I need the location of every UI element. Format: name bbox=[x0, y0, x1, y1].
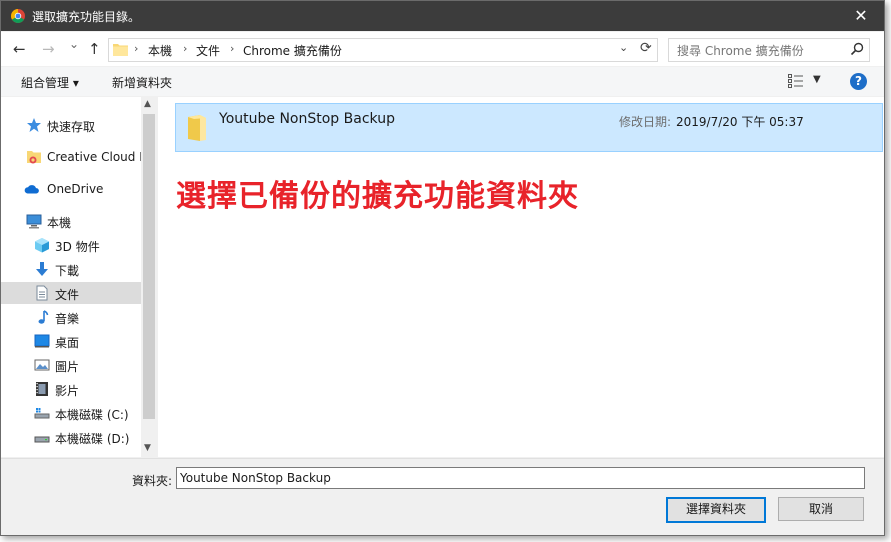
desktop-icon bbox=[34, 334, 50, 348]
sidebar-item-label: 3D 物件 bbox=[55, 240, 100, 254]
refresh-button[interactable]: ⟳ bbox=[640, 40, 652, 56]
breadcrumb-separator: › bbox=[183, 42, 188, 55]
sidebar-item-drive-c[interactable]: 本機磁碟 (C:) bbox=[1, 402, 141, 424]
forward-button[interactable]: → bbox=[42, 40, 55, 58]
sidebar-item-creative-cloud[interactable]: Creative Cloud Fi bbox=[1, 146, 141, 168]
modified-date: 2019/7/20 下午 05:37 bbox=[676, 115, 804, 129]
sidebar-item-label: 影片 bbox=[55, 384, 80, 398]
sidebar-item-label: Creative Cloud Fi bbox=[47, 150, 141, 164]
close-button[interactable]: ✕ bbox=[838, 1, 884, 31]
cancel-button[interactable]: 取消 bbox=[778, 497, 864, 521]
scroll-down-button[interactable]: ▼ bbox=[144, 443, 151, 453]
file-list: Youtube NonStop Backup 修改日期: 2019/7/20 下… bbox=[158, 97, 884, 457]
sidebar-item-drive-d[interactable]: 本機磁碟 (D:) bbox=[1, 426, 141, 448]
sidebar-item-label: 音樂 bbox=[55, 312, 80, 326]
title-bar: 選取擴充功能目錄。 ✕ bbox=[1, 1, 884, 31]
address-dropdown-button[interactable]: ⌄ bbox=[619, 41, 628, 54]
folder-icon bbox=[113, 44, 128, 56]
help-icon[interactable]: ? bbox=[850, 73, 867, 90]
command-bar: 組合管理 ▾ 新增資料夾 ▼ ? bbox=[1, 67, 884, 96]
creative-cloud-icon bbox=[27, 151, 41, 164]
dialog-footer: 資料夾: Youtube NonStop Backup 選擇資料夾 取消 bbox=[1, 458, 884, 535]
navigation-pane: 快速存取 Creative Cloud Fi OneDrive 本機 3D 物件… bbox=[1, 97, 157, 457]
sidebar-item-documents[interactable]: 文件 bbox=[1, 282, 141, 304]
sidebar-item-label: 本機磁碟 (D:) bbox=[55, 432, 130, 446]
folder-name-value: Youtube NonStop Backup bbox=[180, 471, 331, 485]
sidebar-item-3d-objects[interactable]: 3D 物件 bbox=[1, 234, 141, 256]
folder-row[interactable]: Youtube NonStop Backup 修改日期: 2019/7/20 下… bbox=[175, 103, 883, 152]
drive-c-icon bbox=[34, 408, 50, 419]
sidebar-item-videos[interactable]: 影片 bbox=[1, 378, 141, 400]
sidebar-item-label: OneDrive bbox=[47, 182, 104, 196]
search-placeholder: 搜尋 Chrome 擴充備份 bbox=[677, 44, 804, 58]
new-folder-button[interactable]: 新增資料夾 bbox=[112, 74, 172, 91]
file-dialog: 選取擴充功能目錄。 ✕ ← → ⌄ ↑ › 本機 › 文件 › Chrome 擴… bbox=[0, 0, 885, 536]
document-icon bbox=[36, 285, 48, 301]
music-icon bbox=[38, 310, 49, 324]
sidebar-item-label: 本機磁碟 (C:) bbox=[55, 408, 129, 422]
picture-icon bbox=[34, 359, 50, 371]
view-dropdown-button[interactable]: ▼ bbox=[813, 74, 821, 85]
sidebar-item-pictures[interactable]: 圖片 bbox=[1, 354, 141, 376]
computer-icon bbox=[26, 214, 42, 229]
search-icon[interactable] bbox=[850, 42, 864, 56]
sidebar-item-quick-access[interactable]: 快速存取 bbox=[1, 114, 141, 136]
breadcrumb-separator: › bbox=[230, 42, 235, 55]
back-button[interactable]: ← bbox=[13, 40, 26, 58]
folder-field-label: 資料夾: bbox=[132, 474, 173, 488]
sidebar-item-label: 快速存取 bbox=[47, 120, 96, 134]
folder-name: Youtube NonStop Backup bbox=[219, 111, 395, 127]
video-icon bbox=[36, 382, 48, 396]
recent-locations-button[interactable]: ⌄ bbox=[69, 37, 79, 51]
navigation-bar: ← → ⌄ ↑ › 本機 › 文件 › Chrome 擴充備份 ⌄ ⟳ 搜尋 C… bbox=[1, 32, 884, 66]
sidebar-item-label: 下載 bbox=[55, 264, 80, 278]
breadcrumb-separator: › bbox=[134, 42, 139, 55]
breadcrumb-documents[interactable]: 文件 bbox=[196, 42, 220, 59]
breadcrumb-chrome-backup[interactable]: Chrome 擴充備份 bbox=[243, 42, 342, 59]
sidebar-item-onedrive[interactable]: OneDrive bbox=[1, 178, 141, 200]
sidebar-item-label: 桌面 bbox=[55, 336, 80, 350]
address-bar[interactable]: › 本機 › 文件 › Chrome 擴充備份 ⌄ ⟳ bbox=[108, 38, 658, 62]
cube-icon bbox=[35, 238, 49, 253]
breadcrumb-this-pc[interactable]: 本機 bbox=[148, 42, 172, 59]
scrollbar-thumb[interactable] bbox=[143, 114, 155, 419]
sidebar-item-desktop[interactable]: 桌面 bbox=[1, 330, 141, 352]
annotation-text: 選擇已備份的擴充功能資料夾 bbox=[176, 179, 579, 214]
star-icon bbox=[27, 118, 41, 132]
window-title: 選取擴充功能目錄。 bbox=[32, 10, 141, 24]
scroll-up-button[interactable]: ▲ bbox=[144, 99, 151, 109]
sidebar-item-this-pc[interactable]: 本機 bbox=[1, 210, 141, 232]
sidebar-item-downloads[interactable]: 下載 bbox=[1, 258, 141, 280]
modified-date-label: 修改日期: bbox=[619, 115, 672, 129]
search-input[interactable]: 搜尋 Chrome 擴充備份 bbox=[668, 38, 870, 62]
view-details-icon[interactable] bbox=[788, 74, 804, 89]
sidebar-scrollbar[interactable]: ▲ ▼ bbox=[141, 97, 157, 457]
organize-button[interactable]: 組合管理 ▾ bbox=[21, 74, 79, 91]
folder-name-input[interactable]: Youtube NonStop Backup bbox=[176, 467, 865, 489]
onedrive-icon bbox=[24, 185, 39, 194]
sidebar-item-label: 文件 bbox=[55, 288, 80, 302]
sidebar-item-label: 圖片 bbox=[55, 360, 80, 374]
select-folder-button[interactable]: 選擇資料夾 bbox=[666, 497, 766, 523]
drive-d-icon bbox=[34, 436, 50, 443]
folder-icon bbox=[188, 115, 206, 141]
download-icon bbox=[36, 262, 48, 276]
up-button[interactable]: ↑ bbox=[88, 40, 101, 58]
sidebar-item-label: 本機 bbox=[47, 216, 72, 230]
sidebar-item-music[interactable]: 音樂 bbox=[1, 306, 141, 328]
chrome-icon bbox=[11, 9, 25, 23]
